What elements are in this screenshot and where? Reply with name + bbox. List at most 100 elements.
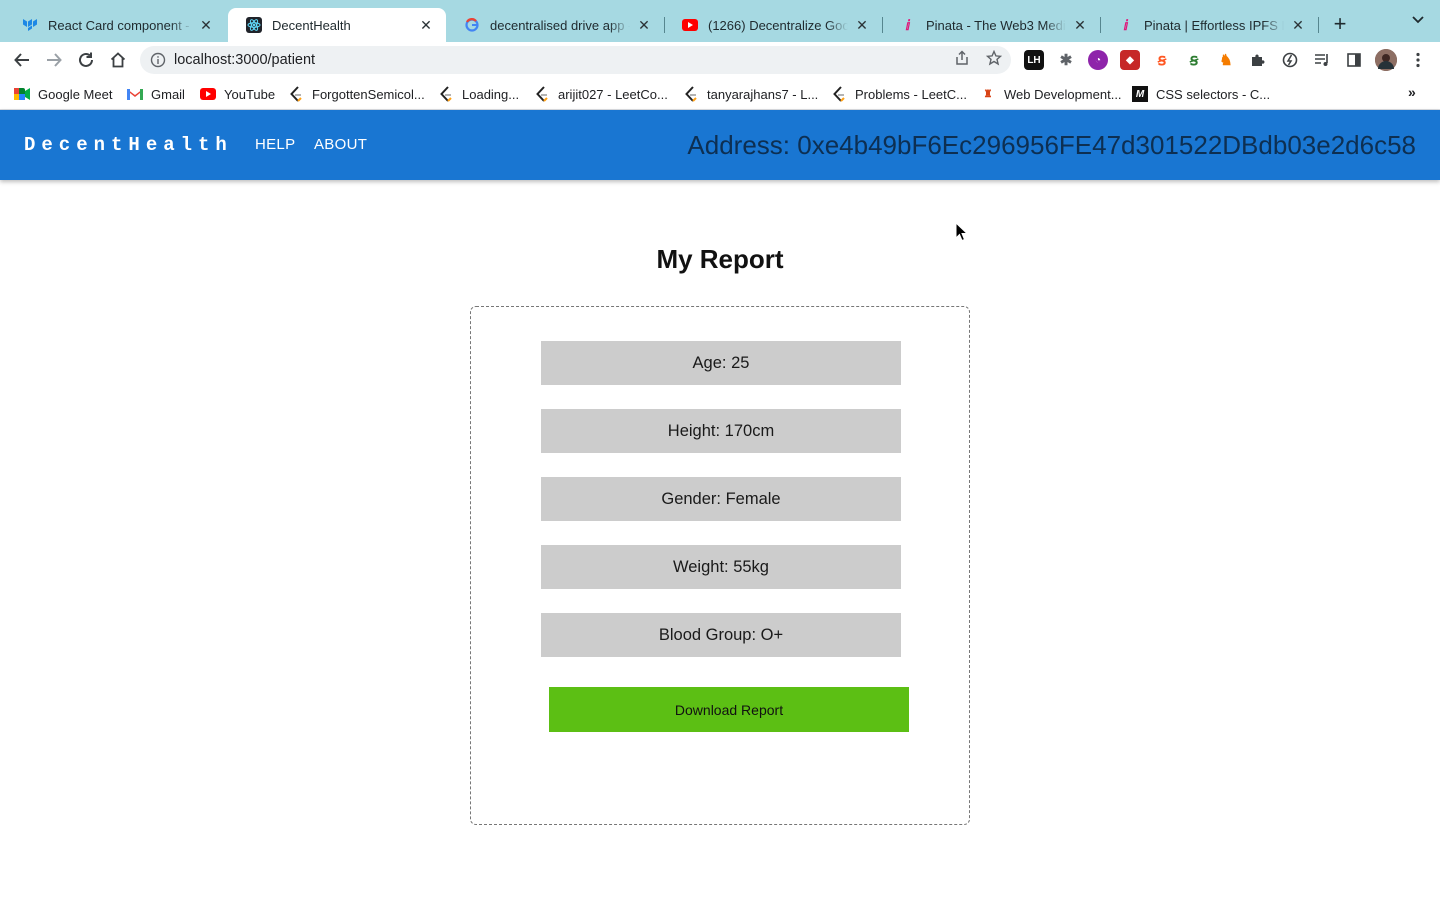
browser-tab[interactable]: (1266) Decentralize Google ✕ bbox=[664, 8, 882, 42]
browser-tab-active[interactable]: DecentHealth ✕ bbox=[228, 8, 446, 42]
bug-extension-icon[interactable]: ✱ bbox=[1056, 50, 1076, 70]
bookmark-item[interactable]: Gmail bbox=[127, 85, 185, 103]
react-icon bbox=[246, 17, 262, 33]
nav-about-link[interactable]: ABOUT bbox=[314, 136, 367, 153]
medium-icon: M bbox=[1132, 86, 1148, 102]
weight-field: Weight: 55kg bbox=[541, 545, 901, 589]
media-control-button[interactable] bbox=[1312, 50, 1332, 70]
lighthouse-extension-icon[interactable]: LH bbox=[1024, 50, 1044, 70]
bookmark-label: Google Meet bbox=[38, 86, 113, 102]
tab-search-button[interactable] bbox=[1406, 12, 1430, 36]
leetcode-icon bbox=[683, 86, 699, 102]
bookmark-label: Problems - LeetC... bbox=[855, 86, 967, 102]
web-dev-icon: ♜ bbox=[983, 88, 993, 100]
home-button[interactable] bbox=[106, 48, 130, 72]
back-button[interactable] bbox=[10, 48, 34, 72]
close-icon[interactable]: ✕ bbox=[418, 17, 434, 34]
extensions-button[interactable] bbox=[1248, 50, 1268, 70]
share-icon bbox=[956, 50, 968, 65]
browser-tab[interactable]: ⅈ Pinata - The Web3 Media P ✕ bbox=[882, 8, 1100, 42]
bookmark-label: arijit027 - LeetCo... bbox=[558, 86, 668, 102]
bookmark-item[interactable]: tanyarajhans7 - L... bbox=[683, 85, 818, 103]
more-bookmarks-icon[interactable]: » bbox=[1408, 84, 1416, 100]
bookmark-item[interactable]: ForgottenSemicol... bbox=[288, 85, 425, 103]
bookmark-item[interactable]: Google Meet bbox=[14, 85, 112, 103]
svelte-extension-icon[interactable]: ꞩ bbox=[1152, 50, 1172, 70]
performance-button[interactable] bbox=[1280, 50, 1300, 70]
mouse-cursor-icon bbox=[955, 222, 969, 242]
address-bar[interactable]: localhost:3000/patient bbox=[140, 46, 1011, 74]
leetcode-icon bbox=[288, 86, 304, 102]
profile-avatar[interactable] bbox=[1375, 49, 1397, 71]
red-extension-icon[interactable]: ◆ bbox=[1120, 50, 1140, 70]
bookmark-item[interactable]: YouTube bbox=[200, 85, 275, 103]
youtube-icon bbox=[200, 86, 216, 102]
close-icon[interactable]: ✕ bbox=[1290, 17, 1306, 34]
menu-button[interactable] bbox=[1408, 50, 1428, 70]
share-button[interactable] bbox=[952, 48, 972, 68]
browser-tab[interactable]: ⅈ Pinata | Effortless IPFS File ✕ bbox=[1100, 8, 1318, 42]
tab-title: Pinata | Effortless IPFS File bbox=[1144, 17, 1284, 33]
bookmark-item[interactable]: Loading... bbox=[438, 85, 519, 103]
star-icon bbox=[986, 50, 1002, 66]
chevron-down-icon bbox=[1412, 16, 1424, 24]
side-panel-icon bbox=[1347, 53, 1361, 67]
bookmark-label: Web Development... bbox=[1004, 86, 1122, 102]
close-icon[interactable]: ✕ bbox=[854, 17, 870, 34]
music-queue-icon bbox=[1315, 54, 1328, 66]
close-icon[interactable]: ✕ bbox=[1072, 17, 1088, 34]
google-icon bbox=[464, 17, 480, 33]
reload-button[interactable] bbox=[74, 48, 98, 72]
close-icon[interactable]: ✕ bbox=[636, 17, 652, 34]
bookmark-item[interactable]: Problems - LeetC... bbox=[831, 85, 967, 103]
page-title: My Report bbox=[656, 244, 784, 274]
new-tab-button[interactable]: + bbox=[1328, 12, 1352, 36]
pinata-icon: ⅈ bbox=[905, 16, 911, 33]
forward-button[interactable] bbox=[42, 48, 66, 72]
leetcode-icon bbox=[831, 86, 847, 102]
brand-logo[interactable]: DecentHealth bbox=[24, 134, 233, 156]
app-header: DecentHealth HELP ABOUT Address: 0xe4b49… bbox=[0, 110, 1440, 180]
metamask-icon[interactable]: ♞ bbox=[1216, 50, 1236, 70]
leetcode-icon bbox=[534, 86, 550, 102]
purple-extension-icon[interactable]: ◔ bbox=[1088, 50, 1108, 70]
tab-title: decentralised drive app - G bbox=[490, 17, 630, 33]
report-card: Age: 25 Height: 170cm Gender: Female Wei… bbox=[470, 306, 970, 825]
reload-icon bbox=[79, 52, 93, 67]
pinata-icon: ⅈ bbox=[1123, 16, 1129, 33]
bookmark-label: Gmail bbox=[151, 86, 185, 102]
browser-tab[interactable]: React Card component - M ✕ bbox=[4, 8, 226, 42]
forward-arrow-icon bbox=[47, 53, 62, 67]
home-icon bbox=[110, 52, 126, 68]
bookmark-label: ForgottenSemicol... bbox=[312, 86, 425, 102]
meet-icon bbox=[14, 86, 30, 102]
side-panel-button[interactable] bbox=[1344, 50, 1364, 70]
puzzle-icon bbox=[1252, 54, 1265, 66]
tab-separator bbox=[664, 17, 665, 33]
url-text: localhost:3000/patient bbox=[174, 52, 316, 68]
gender-field: Gender: Female bbox=[541, 477, 901, 521]
download-report-button[interactable]: Download Report bbox=[549, 687, 909, 732]
height-field: Height: 170cm bbox=[541, 409, 901, 453]
info-icon[interactable] bbox=[150, 52, 166, 68]
nav-help-link[interactable]: HELP bbox=[255, 136, 295, 153]
wallet-address: Address: 0xe4b49bF6Ec296956FE47d301522DB… bbox=[687, 130, 1416, 160]
browser-tab[interactable]: decentralised drive app - G ✕ bbox=[446, 8, 664, 42]
bookmark-item[interactable]: M CSS selectors - C... bbox=[1132, 85, 1270, 103]
kebab-menu-icon bbox=[1416, 52, 1420, 68]
bookmark-label: YouTube bbox=[224, 86, 276, 102]
browser-toolbar: localhost:3000/patient LH ✱ ◔ ◆ ꞩ ꞩ ♞ bbox=[0, 42, 1440, 78]
mui-icon bbox=[22, 17, 38, 33]
bookmark-label: CSS selectors - C... bbox=[1156, 86, 1271, 102]
bookmark-item[interactable]: arijit027 - LeetCo... bbox=[534, 85, 668, 103]
close-icon[interactable]: ✕ bbox=[198, 17, 214, 34]
browser-tab-strip: React Card component - M ✕ DecentHealth … bbox=[0, 0, 1440, 42]
green-extension-icon[interactable]: ꞩ bbox=[1184, 50, 1204, 70]
tab-separator bbox=[1100, 17, 1101, 33]
youtube-icon bbox=[682, 19, 698, 31]
tab-title: DecentHealth bbox=[272, 17, 351, 33]
bookmark-star-button[interactable] bbox=[984, 48, 1004, 68]
tab-title: Pinata - The Web3 Media P bbox=[926, 17, 1066, 33]
bookmarks-bar: Google Meet Gmail YouTube ForgottenSemic… bbox=[0, 78, 1440, 110]
bookmark-item[interactable]: ♜ Web Development... bbox=[980, 85, 1122, 103]
